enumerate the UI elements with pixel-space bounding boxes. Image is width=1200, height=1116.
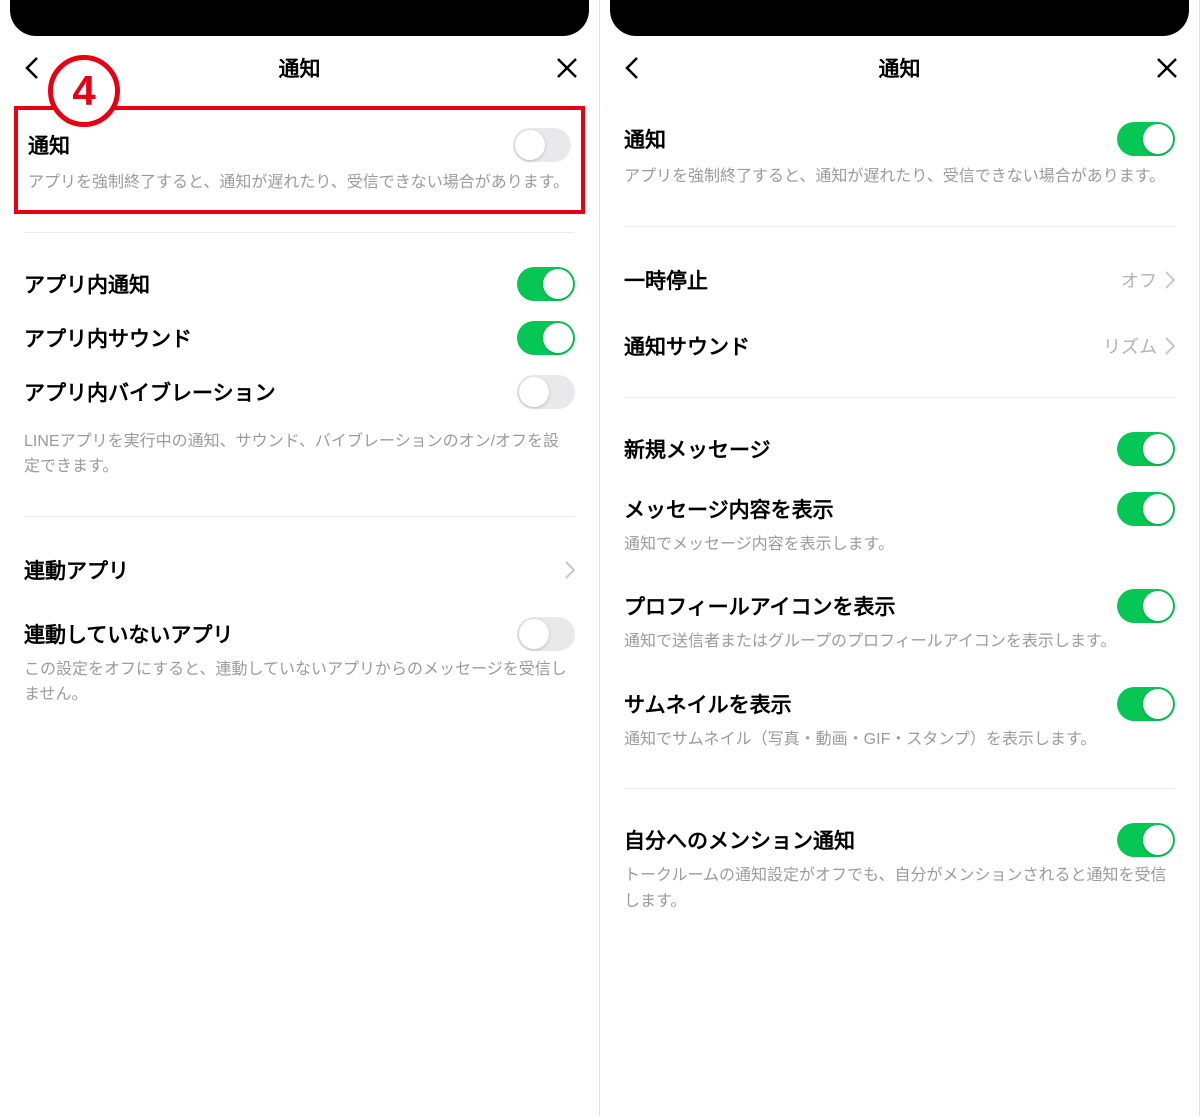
main-toggle-label: 通知 [624, 124, 666, 154]
mention-row: 自分へのメンション通知 [624, 809, 1175, 863]
chevron-right-icon [565, 561, 575, 579]
show-thumbnail-toggle[interactable] [1117, 687, 1175, 721]
back-button[interactable] [18, 54, 46, 82]
chevron-right-icon [1165, 337, 1175, 355]
header: 通知 [600, 44, 1199, 106]
divider [624, 397, 1175, 398]
step-badge: 4 [48, 55, 120, 127]
app-sound-toggle[interactable] [517, 321, 575, 355]
mention-label: 自分へのメンション通知 [624, 825, 855, 855]
content-left: 4 通知 アプリを強制終了すると、通知が遅れたり、受信できない場合があります。 … [0, 106, 599, 726]
mention-description: トークルームの通知設定がオフでも、自分がメンションされると通知を受信します。 [624, 863, 1175, 932]
screenshot-right: 通知 通知 アプリを強制終了すると、通知が遅れたり、受信できない場合があります。… [600, 0, 1200, 1116]
show-content-row: メッセージ内容を表示 [624, 478, 1175, 532]
app-vibration-row: アプリ内バイブレーション [24, 361, 575, 415]
main-toggle-description: アプリを強制終了すると、通知が遅れたり、受信できない場合があります。 [624, 164, 1175, 208]
new-message-label: 新規メッセージ [624, 434, 771, 464]
app-section-description: LINEアプリを実行中の通知、サウンド、バイブレーションのオン/オフを設定できま… [24, 415, 575, 498]
close-icon [556, 57, 578, 79]
main-toggle-row: 通知 [28, 120, 571, 170]
status-bar [610, 0, 1189, 36]
page-title: 通知 [879, 53, 921, 83]
main-toggle-description: アプリを強制終了すると、通知が遅れたり、受信できない場合があります。 [28, 170, 571, 200]
show-profile-description: 通知で送信者またはグループのプロフィールアイコンを表示します。 [624, 629, 1175, 673]
close-button[interactable] [1153, 54, 1181, 82]
app-notification-row: アプリ内通知 [24, 253, 575, 307]
back-button[interactable] [618, 54, 646, 82]
divider [24, 516, 575, 517]
divider [624, 788, 1175, 789]
app-vibration-label: アプリ内バイブレーション [24, 377, 276, 407]
chevron-left-icon [625, 56, 639, 80]
unlinked-apps-toggle[interactable] [517, 617, 575, 651]
close-button[interactable] [553, 54, 581, 82]
screenshot-left: 通知 4 通知 アプリを強制終了すると、通知が遅れたり、受信できない場合がありま… [0, 0, 600, 1116]
toggle-knob [1143, 124, 1173, 154]
pause-label: 一時停止 [624, 265, 708, 295]
show-profile-toggle[interactable] [1117, 589, 1175, 623]
sound-value: リズム [1103, 333, 1157, 359]
show-content-toggle[interactable] [1117, 492, 1175, 526]
app-notification-toggle[interactable] [517, 267, 575, 301]
main-toggle-label: 通知 [28, 130, 70, 160]
main-toggle-row: 通知 [624, 106, 1175, 164]
toggle-knob [515, 130, 545, 160]
status-bar [10, 0, 589, 36]
mention-toggle[interactable] [1117, 823, 1175, 857]
divider [24, 232, 575, 233]
show-content-description: 通知でメッセージ内容を表示します。 [624, 532, 1175, 576]
unlinked-apps-description: この設定をオフにすると、連動していないアプリからのメッセージを受信しません。 [24, 657, 575, 726]
sound-label: 通知サウンド [624, 331, 750, 361]
new-message-toggle[interactable] [1117, 432, 1175, 466]
toggle-knob [519, 619, 549, 649]
toggle-knob [1143, 494, 1173, 524]
show-thumbnail-description: 通知でサムネイル（写真・動画・GIF・スタンプ）を表示します。 [624, 727, 1175, 771]
main-toggle[interactable] [513, 128, 571, 162]
sound-row[interactable]: 通知サウンド リズム [624, 313, 1175, 379]
main-toggle[interactable] [1117, 122, 1175, 156]
linked-apps-label: 連動アプリ [24, 555, 129, 585]
content-right: 通知 アプリを強制終了すると、通知が遅れたり、受信できない場合があります。 一時… [600, 106, 1199, 933]
chevron-right-icon [1165, 271, 1175, 289]
app-sound-label: アプリ内サウンド [24, 323, 192, 353]
toggle-knob [543, 269, 573, 299]
toggle-knob [1143, 591, 1173, 621]
close-icon [1156, 57, 1178, 79]
show-content-label: メッセージ内容を表示 [624, 494, 834, 524]
toggle-knob [1143, 434, 1173, 464]
show-thumbnail-row: サムネイルを表示 [624, 673, 1175, 727]
highlight-box: 4 通知 アプリを強制終了すると、通知が遅れたり、受信できない場合があります。 [14, 106, 585, 214]
pause-value: オフ [1121, 267, 1157, 293]
divider [624, 226, 1175, 227]
app-vibration-toggle[interactable] [517, 375, 575, 409]
app-notification-label: アプリ内通知 [24, 269, 150, 299]
new-message-row: 新規メッセージ [624, 418, 1175, 472]
unlinked-apps-row: 連動していないアプリ [24, 603, 575, 657]
unlinked-apps-label: 連動していないアプリ [24, 619, 233, 649]
toggle-knob [543, 323, 573, 353]
show-profile-label: プロフィールアイコンを表示 [624, 591, 896, 621]
pause-value-wrap: オフ [1121, 267, 1175, 293]
page-title: 通知 [279, 53, 321, 83]
toggle-knob [519, 377, 549, 407]
app-sound-row: アプリ内サウンド [24, 307, 575, 361]
sound-value-wrap: リズム [1103, 333, 1175, 359]
show-profile-row: プロフィールアイコンを表示 [624, 575, 1175, 629]
chevron-left-icon [25, 56, 39, 80]
pause-row[interactable]: 一時停止 オフ [624, 247, 1175, 313]
toggle-knob [1143, 689, 1173, 719]
toggle-knob [1143, 825, 1173, 855]
linked-apps-row[interactable]: 連動アプリ [24, 537, 575, 603]
show-thumbnail-label: サムネイルを表示 [624, 689, 792, 719]
